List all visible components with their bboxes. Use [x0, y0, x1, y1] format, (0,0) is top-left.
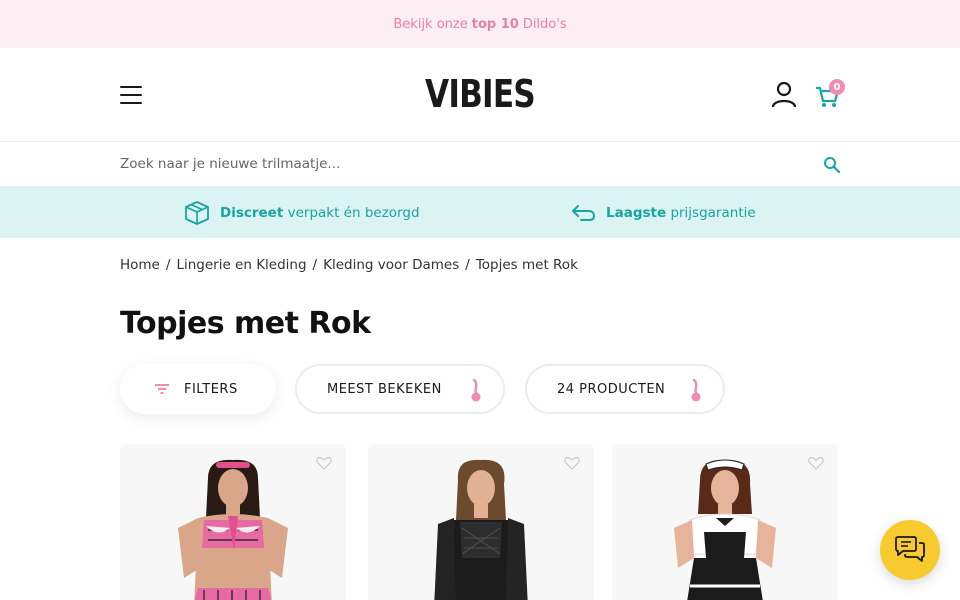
usp-price: Laagste prijsgarantie [570, 187, 756, 238]
product-image [178, 459, 288, 600]
product-count-dropdown[interactable]: 24 PRODUCTEN [525, 364, 725, 414]
return-arrow-icon [572, 204, 595, 221]
filter-icon [155, 384, 169, 394]
promo-highlight: top 10 [471, 16, 519, 32]
promo-suffix: Dildo's [522, 16, 567, 32]
search-icon[interactable] [823, 156, 841, 174]
filters-button[interactable]: FILTERS [120, 364, 276, 414]
usp-discreet-bold: Discreet [220, 204, 284, 221]
sort-dropdown[interactable]: MEEST BEKEKEN [295, 364, 505, 414]
heart-icon[interactable] [564, 456, 580, 470]
account-icon[interactable] [770, 80, 798, 108]
sort-label: MEEST BEKEKEN [327, 381, 442, 397]
product-card[interactable] [612, 444, 838, 600]
product-count-label: 24 PRODUCTEN [557, 381, 666, 397]
chevron-down-icon [691, 379, 701, 402]
product-image [434, 459, 528, 600]
site-logo[interactable]: VIBIES [86, 72, 873, 116]
usp-bar: Discreet verpakt én bezorgd Laagste prij… [0, 187, 960, 238]
usp-discreet: Discreet verpakt én bezorgd [184, 187, 420, 238]
package-icon [185, 200, 209, 225]
heart-icon[interactable] [316, 456, 332, 470]
breadcrumb-lingerie[interactable]: Lingerie en Kleding [176, 257, 306, 273]
usp-discreet-text: verpakt én bezorgd [287, 204, 420, 221]
filters-label: FILTERS [184, 381, 238, 397]
product-image [674, 459, 776, 600]
chat-icon [895, 536, 925, 562]
page-title: Topjes met Rok [120, 306, 371, 341]
chat-button[interactable] [880, 520, 940, 580]
promo-banner[interactable]: Bekijk onze top 10 Dildo's [0, 0, 960, 48]
breadcrumb-kleding-dames[interactable]: Kleding voor Dames [323, 257, 459, 273]
product-card[interactable] [368, 444, 594, 600]
search-bar [0, 142, 960, 187]
promo-prefix: Bekijk onze [393, 16, 468, 32]
breadcrumb: Home / Lingerie en Kleding / Kleding voor Da… [120, 257, 578, 273]
chevron-down-icon [471, 379, 481, 402]
cart-count-badge: 0 [829, 79, 845, 95]
product-card[interactable] [120, 444, 346, 600]
usp-price-bold: Laagste [606, 204, 667, 221]
usp-price-text: prijsgarantie [670, 204, 756, 221]
breadcrumb-home[interactable]: Home [120, 257, 160, 273]
heart-icon[interactable] [808, 456, 824, 470]
search-input[interactable] [120, 142, 800, 186]
breadcrumb-current: Topjes met Rok [475, 257, 578, 273]
